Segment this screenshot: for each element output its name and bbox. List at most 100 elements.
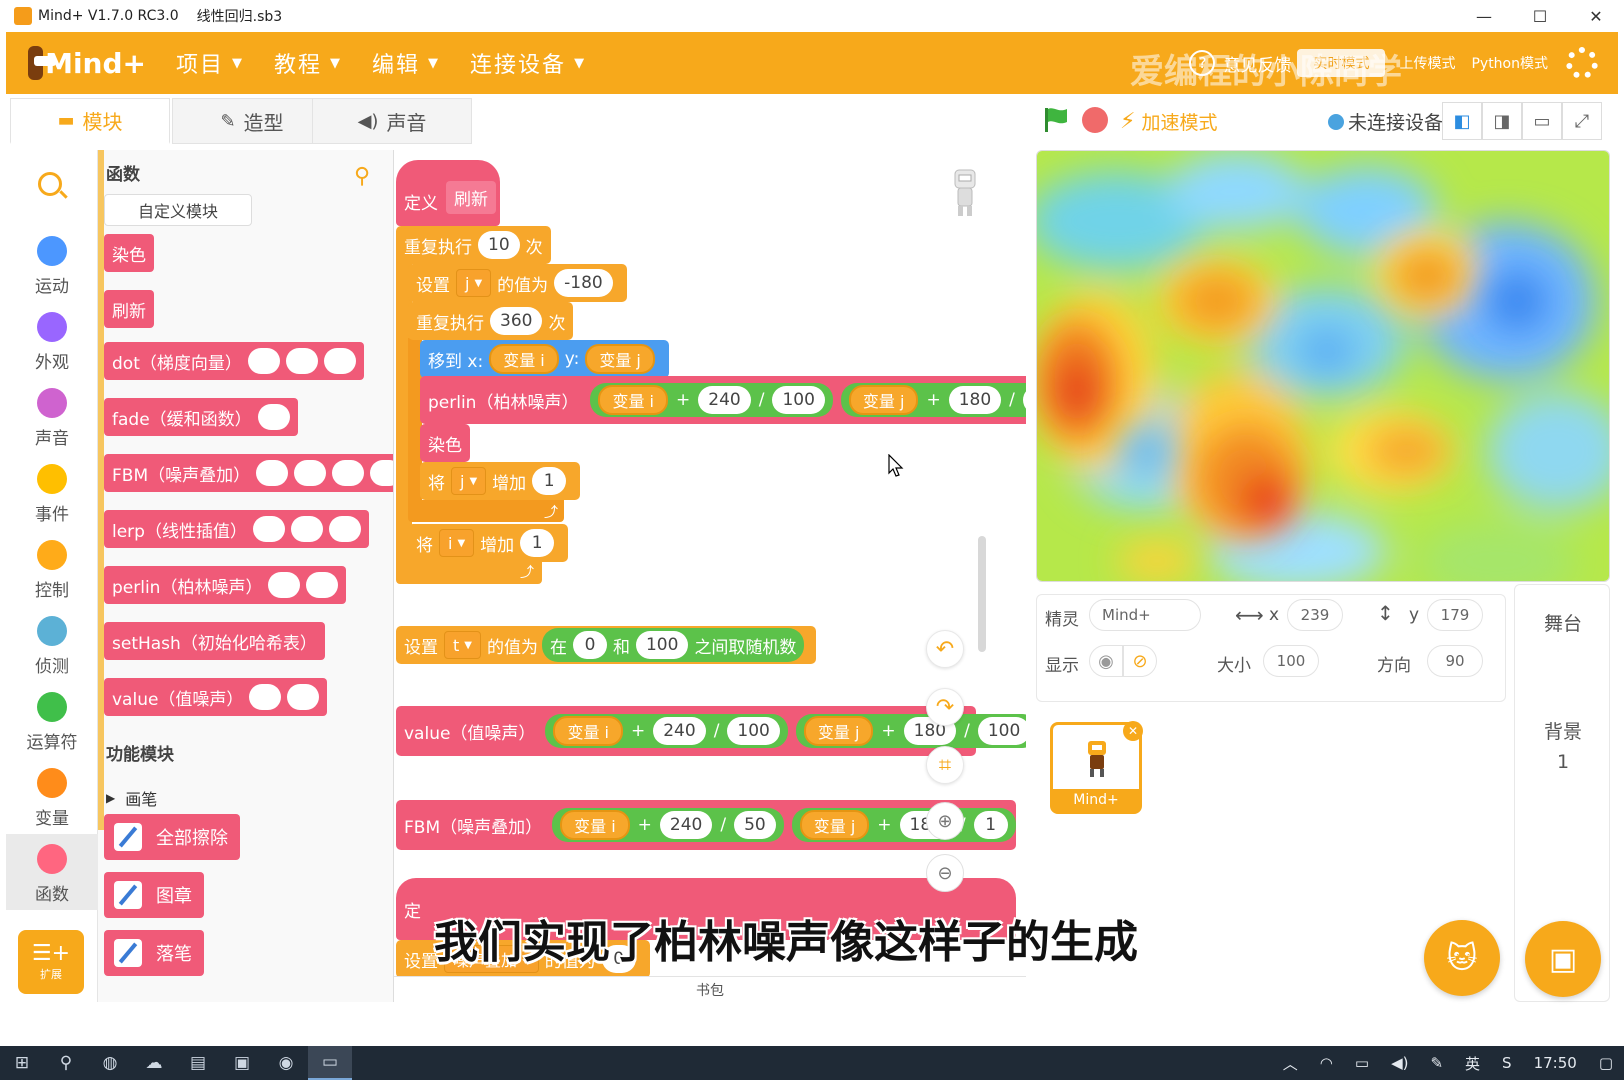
input-language[interactable]: 英 <box>1465 1053 1480 1074</box>
tab-sounds[interactable]: ◀) 声音 <box>312 98 472 144</box>
argument-slot[interactable] <box>256 460 289 486</box>
script-workspace[interactable]: 定义 刷新 重复执行 10 次 设置 j ▼ 的值为 -180 重复执行 360 次 移到 x: 变… <box>394 150 1026 1002</box>
mindplus-taskbar-icon[interactable]: ▭ <box>308 1046 352 1080</box>
argument-slot[interactable] <box>247 348 280 374</box>
argument-slot[interactable] <box>370 460 393 486</box>
category-variables[interactable]: 变量 <box>6 764 98 840</box>
palette-block[interactable]: FBM（噪声叠加） <box>104 454 393 492</box>
green-flag-icon[interactable] <box>1042 106 1070 134</box>
windows-start-icon[interactable]: ⊞ <box>0 1046 44 1080</box>
battery-icon[interactable]: ▭ <box>1355 1054 1369 1072</box>
palette-block[interactable]: lerp（线性插值） <box>104 510 369 548</box>
mindplus-logo[interactable]: Mind+ <box>28 43 146 83</box>
small-stage-icon[interactable]: ◧ <box>1442 102 1482 140</box>
connection-status[interactable]: 未连接设备 <box>1328 108 1443 135</box>
zoom-out-icon[interactable]: ⊖ <box>926 854 964 892</box>
stage-pane[interactable]: 舞台 背景 1 ▣ <box>1514 584 1610 1002</box>
palette-block-pen-down[interactable]: 落笔 <box>104 930 204 976</box>
category-operators[interactable]: 运算符 <box>6 688 98 764</box>
show-eye-icon[interactable]: ◉ <box>1089 645 1123 677</box>
argument-slot[interactable] <box>285 348 318 374</box>
x-field[interactable]: 239 <box>1287 599 1343 631</box>
gear-icon[interactable] <box>1566 47 1598 79</box>
extensions-button[interactable]: ☰+ 扩展 <box>18 930 84 994</box>
goto-xy-block[interactable]: 移到 x: 变量 i y: 变量 j <box>420 340 669 378</box>
palette-block-stamp[interactable]: 图章 <box>104 872 204 918</box>
argument-slot[interactable] <box>294 460 327 486</box>
category-events[interactable]: 事件 <box>6 460 98 536</box>
set-j-block[interactable]: 设置 j ▼ 的值为 -180 <box>408 264 627 302</box>
minimize-button[interactable]: — <box>1456 0 1512 32</box>
tab-costumes[interactable]: ✎ 造型 <box>172 98 332 144</box>
clock[interactable]: 17:50 <box>1534 1054 1577 1072</box>
category-control[interactable]: 控制 <box>6 536 98 612</box>
argument-slot[interactable] <box>332 460 365 486</box>
file-explorer-icon[interactable]: ▤ <box>176 1046 220 1080</box>
undo-icon[interactable]: ↶ <box>926 630 964 668</box>
fbm-call-block[interactable]: FBM（噪声叠加） 变量 i+240/50 变量 j+180/1 <box>396 800 1016 850</box>
menu-project[interactable]: 项目 ▼ <box>176 47 244 79</box>
delete-sprite-icon[interactable]: ✕ <box>1123 721 1143 741</box>
backpack-bar[interactable]: 书包 <box>394 976 1026 1002</box>
repeat-outer-block[interactable]: 重复执行 10 次 <box>396 226 551 264</box>
volume-icon[interactable]: ◀) <box>1391 1054 1408 1072</box>
argument-slot[interactable] <box>257 404 290 430</box>
menu-tutorial[interactable]: 教程 ▼ <box>274 47 342 79</box>
category-motion[interactable]: 运动 <box>6 232 98 308</box>
add-backdrop-button[interactable]: ▣ <box>1525 921 1601 997</box>
workspace-scrollbar[interactable] <box>978 536 986 652</box>
perlin-call-block[interactable]: perlin（柏林噪声） 变量 i+240/100 变量 j+180/10 <box>420 376 1026 424</box>
argument-slot[interactable] <box>290 516 323 542</box>
custom-block-button[interactable]: 自定义模块 <box>104 194 252 226</box>
stage-canvas[interactable] <box>1036 150 1610 582</box>
menu-edit[interactable]: 编辑 ▼ <box>372 47 440 79</box>
direction-field[interactable]: 90 <box>1427 645 1483 677</box>
tray-chevron-icon[interactable]: ︿ <box>1283 1053 1298 1074</box>
sprite-name-field[interactable]: Mind+ <box>1089 599 1201 631</box>
redo-icon[interactable]: ↷ <box>926 688 964 726</box>
taskbar-search-icon[interactable]: ⚲ <box>44 1046 88 1080</box>
y-field[interactable]: 179 <box>1427 599 1483 631</box>
cleanup-icon[interactable]: ⌗ <box>926 746 964 784</box>
define-hat-block[interactable]: 定义 刷新 <box>396 160 500 226</box>
argument-slot[interactable] <box>249 684 282 710</box>
category-looks[interactable]: 外观 <box>6 308 98 384</box>
stop-icon[interactable] <box>1082 107 1108 133</box>
pen-tray-icon[interactable]: ✎ <box>1430 1054 1443 1072</box>
value-call-block[interactable]: value（值噪声） 变量 i +240/100 变量 j +180/100 <box>396 706 1026 756</box>
chrome-icon[interactable]: ◉ <box>264 1046 308 1080</box>
variable-dropdown[interactable]: t ▼ <box>444 631 481 659</box>
upload-mode-button[interactable]: 上传模式 <box>1399 53 1455 73</box>
zoom-in-icon[interactable]: ⊕ <box>926 802 964 840</box>
sprite-card[interactable]: ✕ Mind+ <box>1050 721 1143 814</box>
palette-block[interactable]: dot（梯度向量） <box>104 342 364 380</box>
app-icon-s[interactable]: ▣ <box>220 1046 264 1080</box>
palette-block[interactable]: perlin（柏林噪声） <box>104 566 347 604</box>
repeat-inner-block[interactable]: 重复执行 360 次 <box>408 302 574 340</box>
fullscreen-icon[interactable]: ⤢ <box>1562 102 1602 140</box>
close-button[interactable]: ✕ <box>1568 0 1624 32</box>
wechat-icon[interactable]: ☁ <box>132 1046 176 1080</box>
argument-slot[interactable] <box>306 572 339 598</box>
large-stage-icon[interactable]: ◨ <box>1482 102 1522 140</box>
category-sensing[interactable]: 侦测 <box>6 612 98 688</box>
palette-block[interactable]: 刷新 <box>104 290 154 328</box>
palette-block-clear[interactable]: 全部擦除 <box>104 814 240 860</box>
set-t-random-block[interactable]: 设置 t ▼ 的值为 在 0 和 100 之间取随机数 <box>396 626 817 664</box>
python-mode-button[interactable]: Python模式 <box>1471 53 1548 73</box>
pin-icon[interactable]: ⚲ <box>354 164 370 189</box>
argument-slot[interactable] <box>287 684 320 710</box>
menu-connect-device[interactable]: 连接设备 ▼ <box>470 47 586 79</box>
turbo-mode-toggle[interactable]: ⚡ 加速模式 <box>1120 108 1217 135</box>
tint-block[interactable]: 染色 <box>420 424 470 462</box>
category-sound[interactable]: 声音 <box>6 384 98 460</box>
stage-only-icon[interactable]: ▭ <box>1522 102 1562 140</box>
variable-dropdown[interactable]: i ▼ <box>439 529 475 557</box>
tab-blocks[interactable]: ▬ 模块 <box>10 98 170 144</box>
pen-group-toggle[interactable]: ▶ 画笔 <box>106 786 157 810</box>
palette-block[interactable]: 染色 <box>104 234 154 272</box>
category-functions[interactable]: 函数 <box>6 834 98 910</box>
browser-icon[interactable]: ◍ <box>88 1046 132 1080</box>
size-field[interactable]: 100 <box>1263 645 1319 677</box>
hide-eye-icon[interactable]: ⊘ <box>1123 645 1157 677</box>
